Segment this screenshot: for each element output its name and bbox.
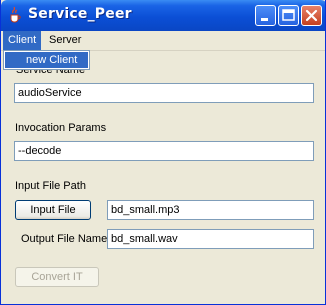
menu-server[interactable]: Server — [44, 31, 86, 50]
output-file-name-field[interactable]: bd_small.wav — [107, 229, 314, 249]
title-bar[interactable]: Service_Peer — [1, 0, 325, 31]
invocation-params-label: Invocation Params — [15, 122, 107, 134]
menu-bar: Client Server — [1, 31, 325, 51]
service-name-field[interactable]: audioService — [14, 83, 314, 103]
convert-button[interactable]: Convert IT — [15, 267, 99, 287]
maximize-icon — [282, 9, 295, 21]
input-file-field[interactable]: bd_small.mp3 — [107, 200, 314, 220]
menu-client[interactable]: Client — [3, 31, 42, 50]
minimize-button[interactable] — [255, 5, 276, 26]
java-cup-icon — [10, 7, 21, 23]
app-window: Service_Peer Client Server Service Name … — [0, 0, 326, 305]
close-button[interactable] — [301, 5, 322, 26]
menu-item-new-client[interactable]: new Client — [5, 52, 88, 68]
output-file-name-label: Output File Name — [21, 233, 108, 245]
input-file-button[interactable]: Input File — [15, 200, 91, 220]
input-file-path-label: Input File Path — [15, 180, 86, 192]
close-icon — [305, 9, 318, 22]
window-title: Service_Peer — [28, 6, 132, 22]
maximize-button[interactable] — [278, 5, 299, 26]
client-dropdown-menu: new Client — [3, 50, 90, 70]
minimize-icon — [261, 18, 268, 21]
invocation-params-field[interactable]: --decode — [14, 141, 314, 161]
